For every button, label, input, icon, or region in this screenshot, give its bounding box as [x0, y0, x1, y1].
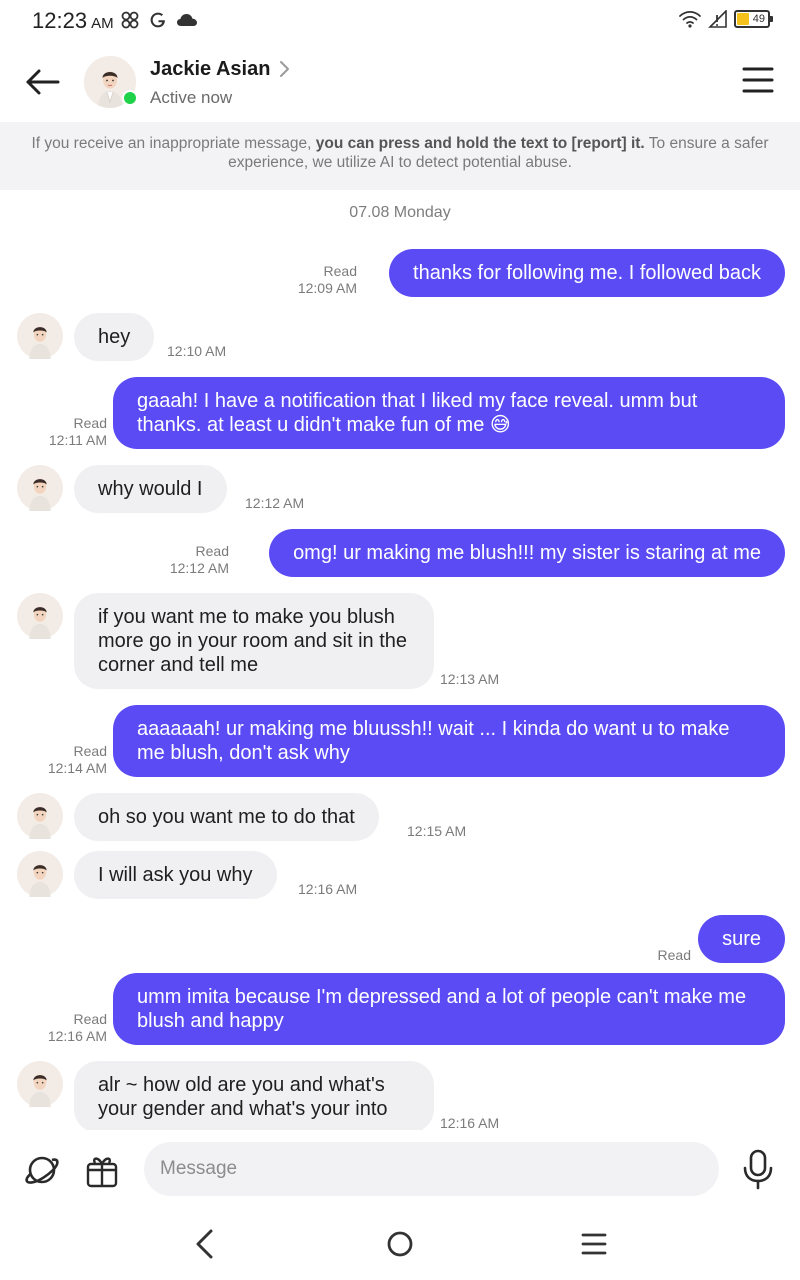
- outgoing-message-bubble[interactable]: gaaah! I have a notification that I like…: [113, 377, 785, 449]
- outgoing-message-bubble[interactable]: umm imita because I'm depressed and a lo…: [113, 973, 785, 1045]
- sender-avatar[interactable]: [17, 851, 63, 897]
- battery-level: 49: [752, 13, 765, 25]
- read-receipt: Read: [657, 947, 691, 963]
- read-receipt: Read: [73, 743, 107, 759]
- clock: 12:23 AM: [32, 8, 114, 34]
- message-time: 12:14 AM: [47, 760, 107, 776]
- message-meta: Read 12:11 AM: [49, 415, 107, 449]
- safety-notice: If you receive an inappropriate message,…: [0, 122, 800, 190]
- microphone-icon[interactable]: [742, 1148, 774, 1190]
- read-receipt: Read: [73, 1011, 107, 1027]
- message-time: 12:16 AM: [298, 881, 358, 897]
- message-time: 12:11 AM: [48, 432, 107, 448]
- gift-icon[interactable]: [84, 1150, 120, 1190]
- wifi-icon: [679, 10, 701, 28]
- notice-text-part1: If you receive an inappropriate message,: [31, 135, 316, 152]
- nav-back-icon[interactable]: [185, 1226, 225, 1262]
- contact-status: Active now: [150, 88, 233, 107]
- status-icons-right: 49: [678, 10, 773, 28]
- message-meta: Read: [658, 947, 691, 964]
- sender-avatar[interactable]: [17, 465, 63, 511]
- message-text: oh so you want me to do that: [98, 806, 355, 828]
- message-text: sure: [722, 928, 761, 950]
- clock-ampm: AM: [91, 15, 114, 32]
- message-text: if you want me to make you blush more go…: [98, 606, 408, 676]
- outgoing-message-bubble[interactable]: aaaaaah! ur making me bluussh!! wait ...…: [113, 705, 785, 777]
- incoming-message-bubble[interactable]: hey: [74, 313, 155, 361]
- signal-icon: [708, 10, 727, 28]
- incoming-message-bubble[interactable]: alr ~ how old are you and what's your ge…: [74, 1061, 434, 1130]
- incoming-message-bubble[interactable]: I will ask you why: [74, 851, 277, 899]
- message-text: gaaah! I have a notification that I like…: [137, 390, 698, 436]
- message-text: umm imita because I'm depressed and a lo…: [137, 986, 747, 1032]
- message-meta: Read 12:16 AM: [48, 1011, 107, 1045]
- chevron-right-icon[interactable]: [278, 58, 292, 80]
- cloud-icon: [177, 14, 197, 26]
- battery-icon: 49: [734, 10, 773, 28]
- message-time: 12:15 AM: [407, 823, 467, 839]
- notice-report-hint: you can press and hold the text to [repo…: [315, 135, 645, 152]
- read-receipt: Read: [323, 263, 357, 279]
- message-composer: [0, 1130, 800, 1210]
- system-nav-bar: [0, 1210, 800, 1280]
- read-receipt: Read: [73, 415, 107, 431]
- message-time: 12:16 AM: [47, 1028, 107, 1044]
- sender-avatar[interactable]: [17, 793, 63, 839]
- sender-avatar[interactable]: [17, 1061, 63, 1107]
- nav-home-icon[interactable]: [380, 1226, 420, 1262]
- outgoing-message-bubble[interactable]: sure: [698, 915, 785, 963]
- clock-time: 12:23: [32, 8, 88, 33]
- message-meta: Read 12:14 AM: [48, 743, 107, 777]
- message-input[interactable]: [144, 1142, 719, 1196]
- outgoing-message-bubble[interactable]: omg! ur making me blush!!! my sister is …: [269, 529, 785, 577]
- incoming-message-bubble[interactable]: why would I: [74, 465, 227, 513]
- message-time: 12:12 AM: [245, 495, 305, 511]
- status-icons-left: [120, 10, 198, 30]
- message-text: omg! ur making me blush!!! my sister is …: [293, 542, 761, 564]
- message-time: 12:16 AM: [440, 1115, 500, 1131]
- planet-icon[interactable]: [22, 1150, 62, 1190]
- message-time: 12:09 AM: [297, 280, 357, 296]
- message-text: alr ~ how old are you and what's your ge…: [98, 1074, 388, 1120]
- message-text: why would I: [98, 478, 203, 500]
- message-text: aaaaaah! ur making me bluussh!! wait ...…: [137, 718, 730, 764]
- sender-avatar[interactable]: [17, 593, 63, 639]
- date-separator: 07.08 Monday: [349, 204, 451, 221]
- message-meta: Read 12:09 AM: [298, 263, 357, 297]
- hamburger-menu-icon[interactable]: [742, 66, 774, 94]
- message-text: I will ask you why: [98, 864, 253, 886]
- google-icon: [150, 12, 165, 28]
- contact-name[interactable]: Jackie Asian: [150, 58, 270, 81]
- read-receipt: Read: [195, 543, 229, 559]
- message-time: 12:12 AM: [169, 560, 229, 576]
- sender-avatar[interactable]: [17, 313, 63, 359]
- message-time: 12:13 AM: [440, 671, 500, 687]
- outgoing-message-bubble[interactable]: thanks for following me. I followed back: [389, 249, 785, 297]
- message-meta: Read 12:12 AM: [170, 543, 229, 577]
- message-time: 12:10 AM: [167, 343, 227, 359]
- contact-avatar[interactable]: [84, 56, 138, 108]
- status-bar: 12:23 AM 49: [0, 0, 800, 44]
- online-status-dot: [122, 90, 138, 106]
- back-arrow-icon[interactable]: [22, 62, 62, 102]
- message-text: thanks for following me. I followed back: [413, 262, 761, 284]
- incoming-message-bubble[interactable]: if you want me to make you blush more go…: [74, 593, 434, 689]
- nav-recents-icon[interactable]: [574, 1226, 614, 1262]
- incoming-message-bubble[interactable]: oh so you want me to do that: [74, 793, 379, 841]
- chat-header: Jackie Asian Active now: [0, 44, 800, 122]
- pinwheel-icon: [121, 11, 139, 29]
- message-text: hey: [98, 326, 131, 348]
